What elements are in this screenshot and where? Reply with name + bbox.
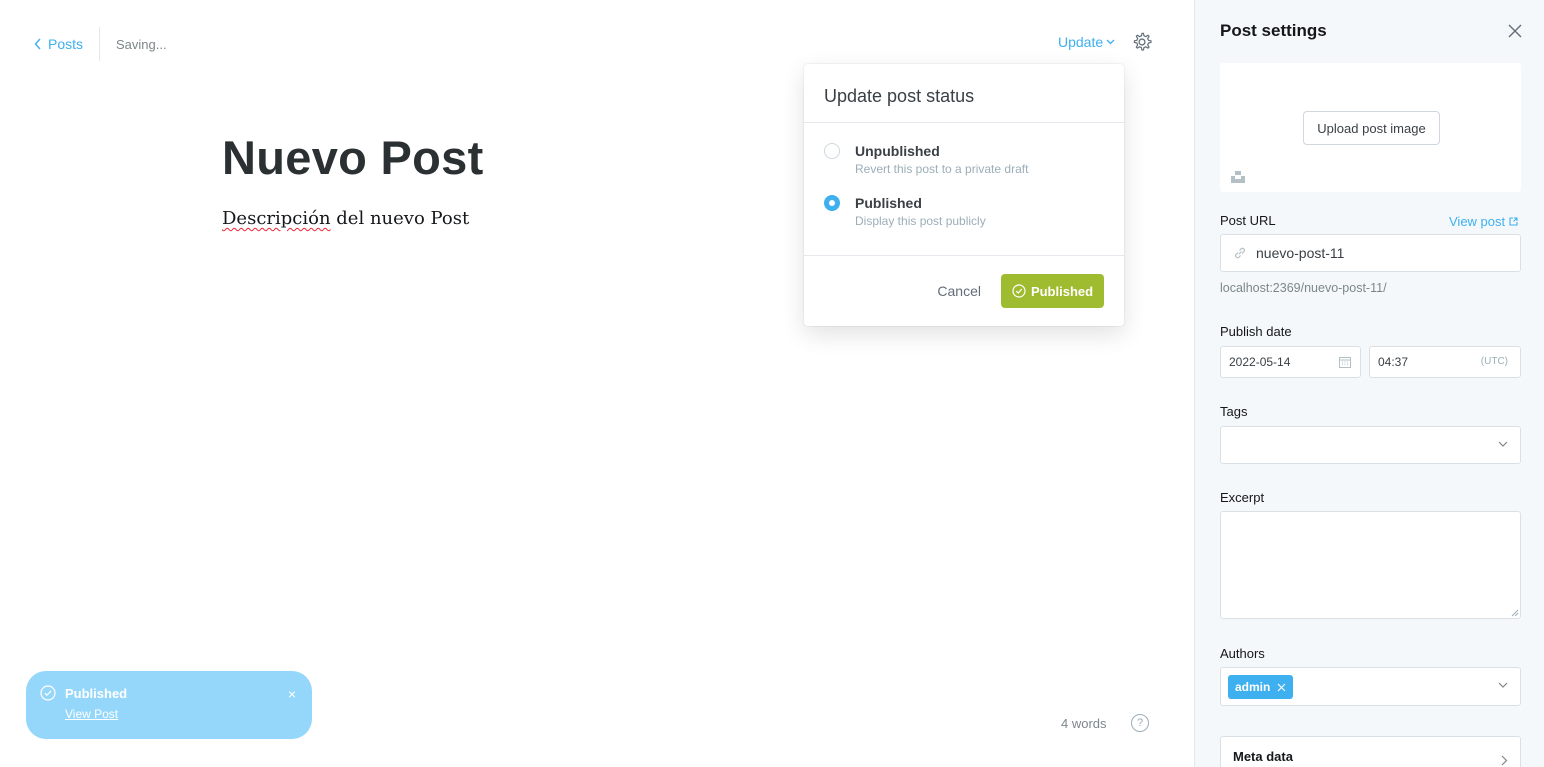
notification-toast: Published View Post × xyxy=(26,671,312,739)
toast-view-post-link[interactable]: View Post xyxy=(65,707,298,721)
close-icon[interactable]: × xyxy=(288,686,296,702)
timezone-label: (UTC) xyxy=(1480,356,1508,367)
option-description: Revert this post to a private draft xyxy=(855,162,1029,176)
toast-title: Published xyxy=(65,685,128,701)
publish-time-value: 04:37 xyxy=(1378,355,1409,369)
chevron-down-icon xyxy=(1106,39,1115,45)
option-title: Unpublished xyxy=(855,143,940,159)
option-title: Published xyxy=(855,195,922,211)
upload-post-image-button[interactable]: Upload post image xyxy=(1303,111,1440,145)
option-published[interactable]: Published Display this post publicly xyxy=(824,195,1104,228)
meta-data-label: Meta data xyxy=(1233,749,1293,764)
publish-date-input[interactable]: 2022-05-14 xyxy=(1220,346,1361,378)
chevron-left-icon xyxy=(34,38,41,50)
post-title[interactable]: Nuevo Post xyxy=(222,130,484,185)
word-count: 4 words xyxy=(1061,716,1107,731)
post-image-area: Upload post image xyxy=(1220,63,1521,192)
sidebar-title: Post settings xyxy=(1220,21,1327,40)
link-icon xyxy=(1235,247,1245,259)
toast-header: Published xyxy=(40,685,298,701)
dropdown-header: Update post status xyxy=(804,64,1124,123)
save-status: Saving... xyxy=(116,36,167,52)
editor-topbar: Posts Saving... xyxy=(34,27,167,61)
published-button[interactable]: Published xyxy=(1001,274,1104,308)
back-link-label: Posts xyxy=(48,36,84,52)
check-circle-icon xyxy=(1012,284,1026,298)
update-label: Update xyxy=(1058,34,1104,50)
update-status-dropdown: Update post status Unpublished Revert th… xyxy=(804,64,1124,326)
meta-data-section[interactable]: Meta data xyxy=(1220,736,1521,767)
tags-select[interactable] xyxy=(1220,426,1521,464)
dropdown-actions: Cancel Published xyxy=(804,256,1124,326)
misspelled-word: Descripción xyxy=(222,208,331,229)
check-circle-icon xyxy=(40,685,56,701)
external-link-icon xyxy=(1509,217,1518,226)
update-menu-button[interactable]: Update xyxy=(1058,34,1115,50)
author-name: admin xyxy=(1235,680,1271,694)
post-url-preview: localhost:2369/nuevo-post-11/ xyxy=(1220,281,1387,295)
option-description: Display this post publicly xyxy=(855,214,986,228)
author-token[interactable]: admin xyxy=(1228,675,1294,699)
topbar-divider xyxy=(99,27,101,61)
authors-label: Authors xyxy=(1220,646,1265,661)
published-button-label: Published xyxy=(1030,283,1094,299)
publish-date-value: 2022-05-14 xyxy=(1229,355,1291,369)
resize-grip-icon[interactable] xyxy=(1510,608,1519,617)
editor-pane: Posts Saving... Update Nuevo Post Descri… xyxy=(0,0,1194,767)
cancel-button[interactable]: Cancel xyxy=(937,283,981,299)
tags-label: Tags xyxy=(1220,404,1248,419)
post-body-text: del nuevo Post xyxy=(330,208,470,229)
post-url-label: Post URL xyxy=(1220,213,1276,228)
authors-select[interactable]: admin xyxy=(1220,667,1521,706)
post-url-value: nuevo-post-11 xyxy=(1256,245,1345,261)
unpublished-radio[interactable] xyxy=(824,143,840,159)
unsplash-icon[interactable] xyxy=(1231,171,1245,183)
publish-date-label: Publish date xyxy=(1220,324,1292,339)
back-to-posts-link[interactable]: Posts xyxy=(34,36,83,52)
chevron-down-icon xyxy=(1498,441,1508,447)
chevron-down-icon xyxy=(1498,682,1508,688)
status-options: Unpublished Revert this post to a privat… xyxy=(804,123,1124,256)
view-post-label: View post xyxy=(1449,214,1506,229)
calendar-icon[interactable] xyxy=(1339,356,1351,368)
help-icon[interactable]: ? xyxy=(1131,714,1149,732)
chevron-right-icon xyxy=(1501,755,1508,766)
post-body[interactable]: Descripción del nuevo Post xyxy=(222,208,469,229)
published-radio[interactable] xyxy=(824,195,840,211)
gear-icon[interactable] xyxy=(1131,31,1153,53)
view-post-link[interactable]: View post xyxy=(1449,214,1518,229)
post-url-input[interactable]: nuevo-post-11 xyxy=(1220,234,1521,272)
remove-author-icon[interactable] xyxy=(1277,683,1286,692)
option-unpublished[interactable]: Unpublished Revert this post to a privat… xyxy=(824,143,1104,176)
publish-time-input[interactable]: 04:37 (UTC) xyxy=(1369,346,1521,378)
close-icon[interactable] xyxy=(1507,23,1523,39)
excerpt-textarea[interactable] xyxy=(1220,511,1521,619)
excerpt-label: Excerpt xyxy=(1220,490,1265,505)
post-settings-sidebar: Post settings Upload post image Post URL… xyxy=(1194,0,1544,767)
